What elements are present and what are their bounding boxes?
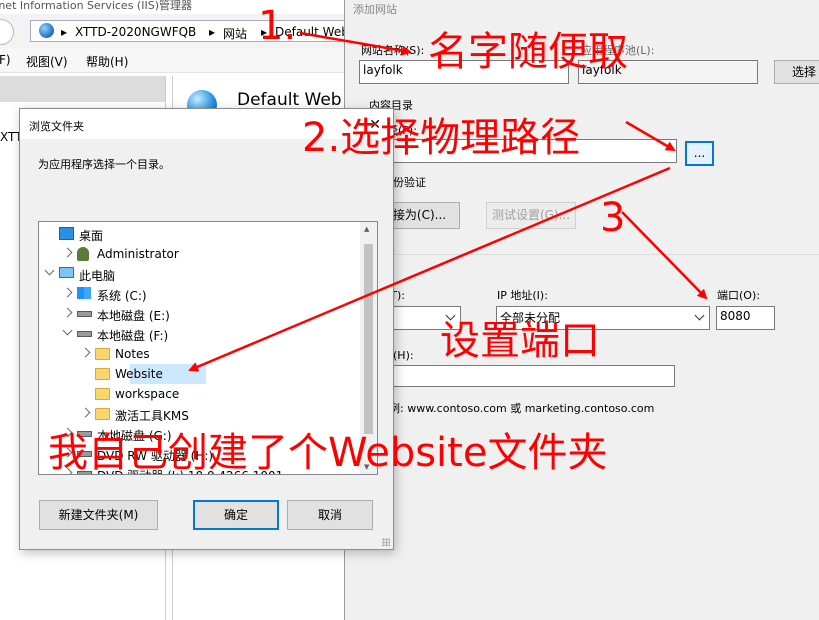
annotation-step3-text: 设置端口	[440, 318, 600, 364]
arrow-to-browse-button	[625, 120, 676, 152]
annotation-step1-text: 名字随便取	[428, 29, 628, 75]
arrow-to-site-name	[299, 31, 412, 56]
annotation-step3-number: 3	[600, 195, 626, 241]
arrow-to-port	[621, 211, 708, 300]
annotation-step1-number: 1.	[258, 3, 297, 49]
annotation-step2-text: 2.选择物理路径	[302, 115, 581, 161]
annotation-note-text: 我自己创建了个Website文件夹	[48, 430, 608, 476]
annotation-arrows	[188, 31, 708, 372]
